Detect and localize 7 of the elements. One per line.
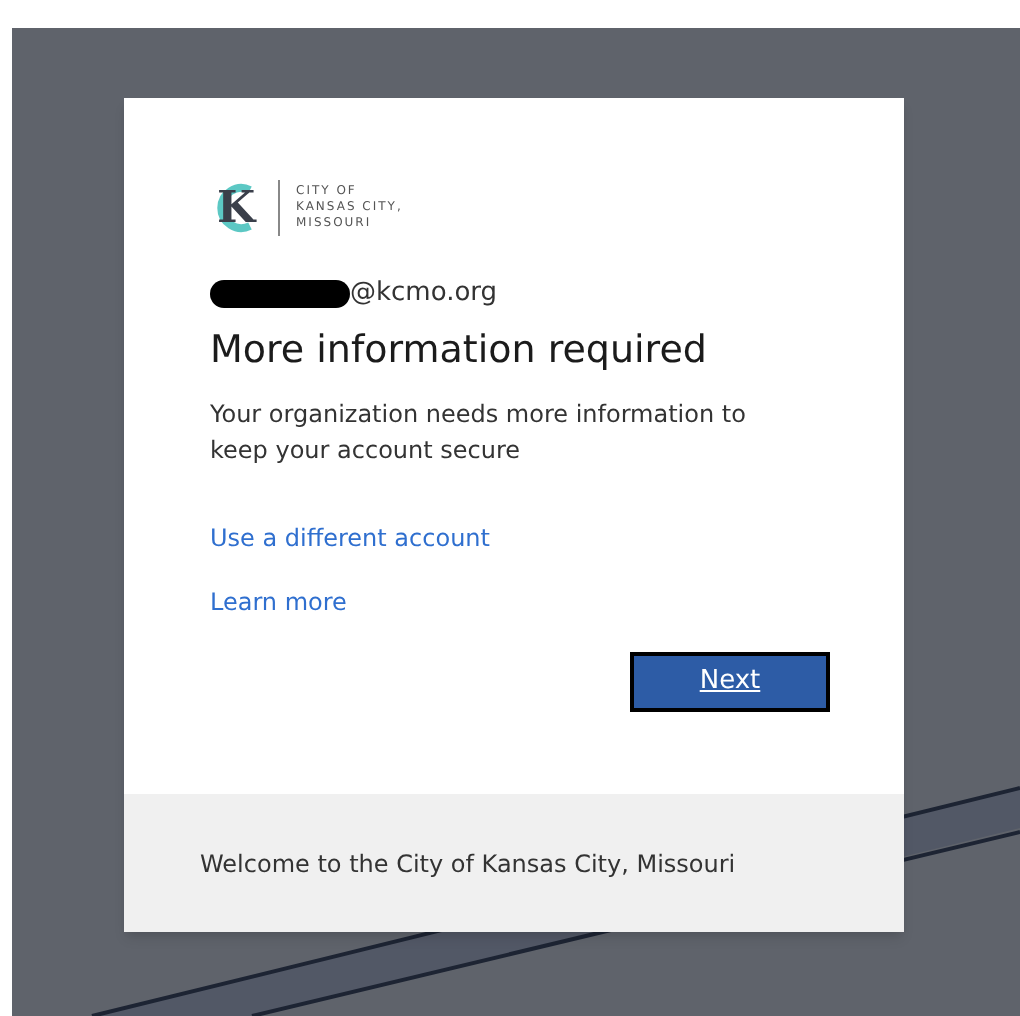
page-title: More information required (210, 326, 709, 376)
footer-text: Welcome to the City of Kansas City, Missouri (200, 847, 736, 881)
next-button[interactable]: Next (630, 652, 830, 712)
link[interactable]: Learn more (210, 584, 347, 620)
account-email: @kcmo.org (350, 276, 498, 313)
info-message: Your organization needs more information to keep your account secure (210, 398, 748, 468)
link[interactable]: Use a different account (210, 520, 490, 556)
